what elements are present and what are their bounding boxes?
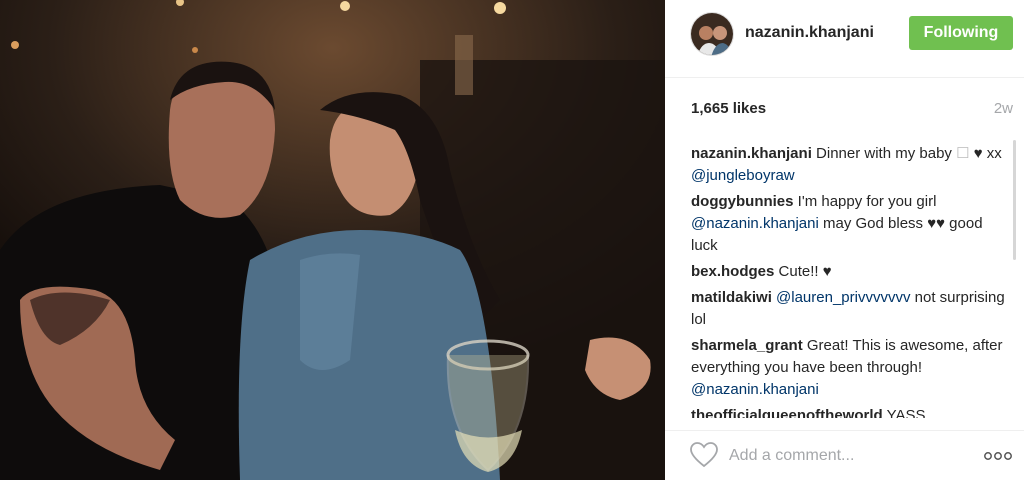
caption-text: Dinner with my baby bbox=[816, 145, 957, 162]
add-comment-input[interactable] bbox=[729, 445, 969, 467]
comment-item: matildakiwi @lauren_privvvvvvv not surpr… bbox=[691, 287, 1011, 331]
comment-mention[interactable]: @lauren_privvvvvvv bbox=[776, 289, 910, 306]
post-stats: 1,665 likes 2w bbox=[691, 100, 1013, 120]
more-options-icon[interactable] bbox=[983, 449, 1013, 463]
likes-count[interactable]: 1,665 likes bbox=[691, 100, 766, 117]
comment-text: Cute!! ♥ bbox=[778, 263, 832, 280]
post-header: nazanin.khanjani Following bbox=[665, 0, 1024, 78]
comment-mention[interactable]: @nazanin.khanjani bbox=[691, 381, 819, 398]
comment-username[interactable]: matildakiwi bbox=[691, 289, 772, 306]
comment-item: sharmela_grant Great! This is awesome, a… bbox=[691, 335, 1011, 401]
comment-username[interactable]: sharmela_grant bbox=[691, 337, 803, 354]
comment-username[interactable]: nazanin.khanjani bbox=[691, 145, 812, 162]
following-button[interactable]: Following bbox=[909, 16, 1013, 50]
caption-glyph: ☐ bbox=[956, 145, 970, 162]
comment-item: theofficialqueenoftheworld YASS bbox=[691, 405, 1011, 418]
post-sidebar: nazanin.khanjani Following 1,665 likes 2… bbox=[665, 0, 1024, 480]
post-photo[interactable] bbox=[0, 0, 665, 480]
comment-mention[interactable]: @nazanin.khanjani bbox=[691, 215, 819, 232]
caption: nazanin.khanjani Dinner with my baby ☐ ♥… bbox=[691, 143, 1011, 187]
comment-text: I'm happy for you girl bbox=[797, 193, 937, 210]
comment-text: YASS bbox=[886, 407, 926, 418]
comment-item: doggybunnies I'm happy for you girl @naz… bbox=[691, 191, 1011, 257]
post-age[interactable]: 2w bbox=[994, 100, 1013, 117]
comments-list[interactable]: nazanin.khanjani Dinner with my baby ☐ ♥… bbox=[691, 143, 1011, 418]
comment-username[interactable]: bex.hodges bbox=[691, 263, 774, 280]
photo-image bbox=[0, 0, 665, 480]
comment-username[interactable]: theofficialqueenoftheworld bbox=[691, 407, 883, 418]
comments-scrollbar[interactable] bbox=[1013, 140, 1016, 260]
caption-xx: xx bbox=[982, 145, 1002, 162]
comment-item: bex.hodges Cute!! ♥ bbox=[691, 261, 1011, 283]
comment-bar bbox=[665, 430, 1024, 480]
heart-outline-icon[interactable] bbox=[690, 442, 718, 468]
caption-mention[interactable]: @jungleboyraw bbox=[691, 167, 795, 184]
caption-heart: ♥ bbox=[973, 145, 983, 162]
comment-username[interactable]: doggybunnies bbox=[691, 193, 794, 210]
avatar[interactable] bbox=[690, 12, 734, 56]
post-username[interactable]: nazanin.khanjani bbox=[745, 24, 874, 42]
